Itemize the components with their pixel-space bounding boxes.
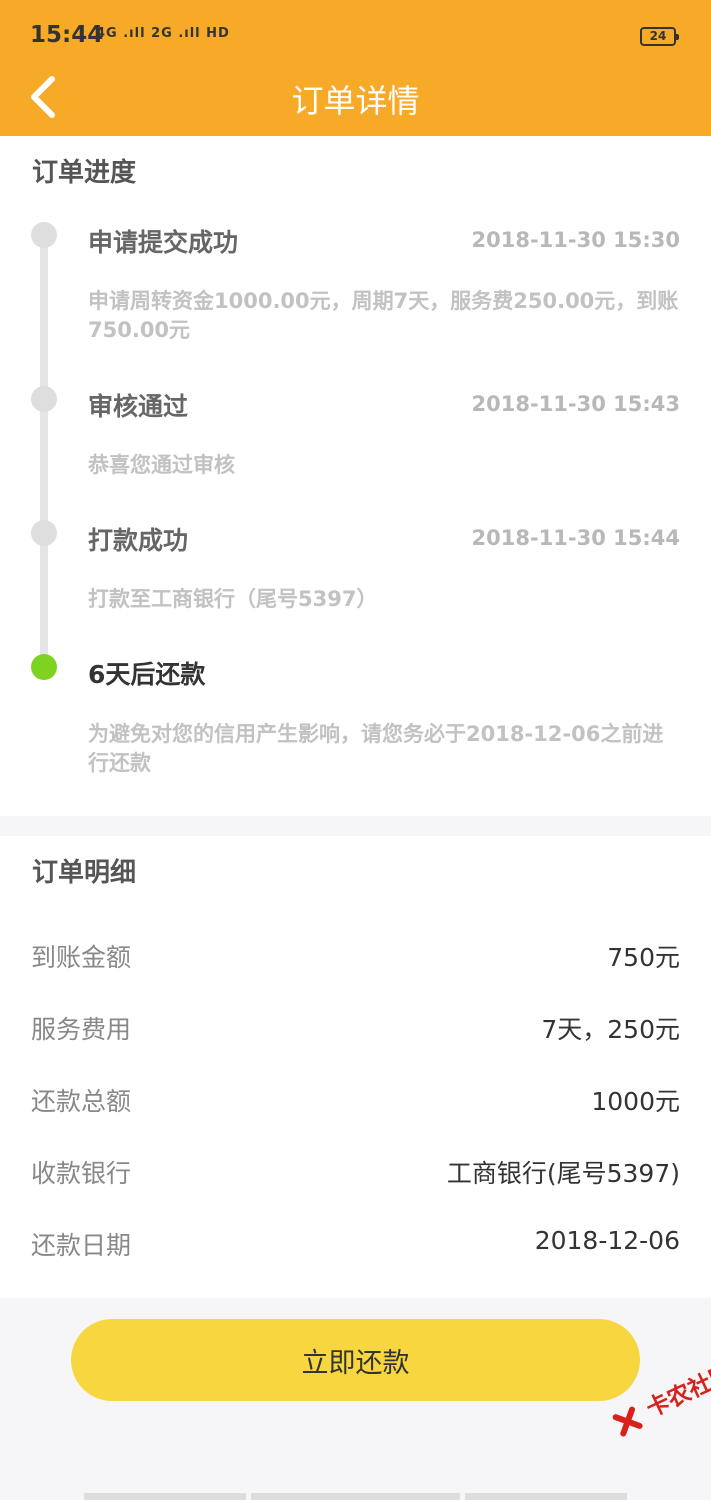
order-detail-panel: 订单明细 到账金额 750元 服务费用 7天，250元 还款总额 1000元 收… bbox=[0, 836, 711, 1298]
order-progress-title: 订单进度 bbox=[32, 158, 137, 188]
battery-icon: 24 bbox=[640, 27, 679, 46]
step-title-submitted: 申请提交成功 bbox=[88, 228, 239, 257]
detail-value-repayment-total: 1000元 bbox=[591, 1087, 680, 1116]
step-description-approved: 恭喜您通过审核 bbox=[88, 453, 235, 477]
step-description-paid: 打款至工商银行（尾号5397） bbox=[88, 587, 378, 611]
detail-label-repayment-date: 还款日期 bbox=[31, 1231, 132, 1260]
step-title-paid: 打款成功 bbox=[88, 526, 189, 555]
detail-value-service-fee: 7天，250元 bbox=[541, 1015, 680, 1044]
step-dot-repayment bbox=[31, 654, 57, 680]
step-dot-submitted bbox=[31, 222, 57, 248]
step-description-submitted: 申请周转资金1000.00元，周期7天，服务费250.00元，到账750.00元 bbox=[88, 289, 679, 342]
detail-value-repayment-date: 2018-12-06 bbox=[534, 1226, 680, 1255]
detail-label-service-fee: 服务费用 bbox=[31, 1015, 132, 1044]
detail-label-received-amount: 到账金额 bbox=[31, 943, 132, 972]
top-app-bar: 15:44 4G .ıll 2G .ıll HD 24 订单详情 bbox=[0, 0, 711, 136]
watermark-text: 卡农社区 bbox=[642, 1360, 711, 1423]
order-progress-panel: 订单进度 申请提交成功 2018-11-30 15:30 申请周转资金1000.… bbox=[0, 136, 711, 816]
bottom-segment bbox=[84, 1493, 246, 1500]
step-title-repayment: 6天后还款 bbox=[88, 660, 206, 689]
step-title-approved: 审核通过 bbox=[88, 392, 189, 421]
step-time-approved: 2018-11-30 15:43 bbox=[471, 392, 680, 416]
step-dot-approved bbox=[31, 386, 57, 412]
detail-value-payee-bank: 工商银行(尾号5397) bbox=[446, 1159, 680, 1188]
detail-label-repayment-total: 还款总额 bbox=[31, 1087, 132, 1116]
community-logo-icon bbox=[612, 1406, 643, 1437]
bottom-segment bbox=[465, 1493, 627, 1500]
network-signal-indicators: 4G .ıll 2G .ıll HD bbox=[96, 26, 230, 41]
repay-now-button[interactable]: 立即还款 bbox=[71, 1319, 640, 1401]
step-time-submitted: 2018-11-30 15:30 bbox=[471, 228, 680, 252]
step-time-paid: 2018-11-30 15:44 bbox=[471, 526, 680, 550]
order-detail-title: 订单明细 bbox=[32, 858, 137, 888]
detail-value-received-amount: 750元 bbox=[607, 943, 680, 972]
detail-label-payee-bank: 收款银行 bbox=[31, 1159, 132, 1188]
progress-track bbox=[40, 236, 48, 670]
step-dot-paid bbox=[31, 520, 57, 546]
page-title: 订单详情 bbox=[291, 82, 420, 120]
status-time: 15:44 bbox=[30, 22, 104, 48]
step-description-repayment: 为避免对您的信用产生影响，请您务必于2018-12-06之前进行还款 bbox=[88, 722, 664, 775]
bottom-segment bbox=[251, 1493, 460, 1500]
